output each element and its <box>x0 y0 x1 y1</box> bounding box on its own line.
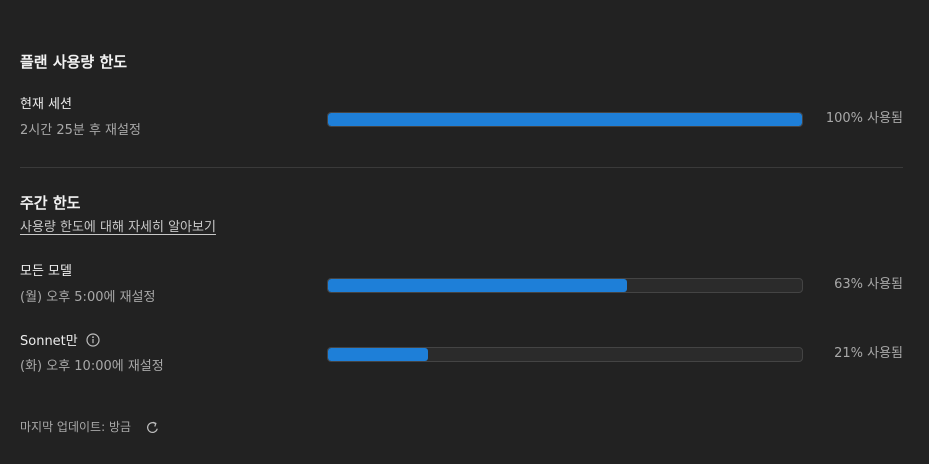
section-divider <box>20 167 903 168</box>
all-models-progress-fill <box>328 279 627 292</box>
all-models-progress-bar <box>327 278 803 293</box>
sonnet-only-progress-bar <box>327 347 803 362</box>
current-session-percent: 100% 사용됨 <box>825 111 903 126</box>
plan-usage-title: 플랜 사용량 한도 <box>20 53 128 71</box>
last-updated-text: 마지막 업데이트: 방금 <box>20 420 132 434</box>
sonnet-only-reset: (화) 오후 10:00에 재설정 <box>20 359 164 374</box>
current-session-progress-bar <box>327 112 803 127</box>
current-session-label: 현재 세션 <box>20 97 72 112</box>
sonnet-only-progress-fill <box>328 348 428 361</box>
info-icon[interactable] <box>86 333 100 347</box>
current-session-progress-fill <box>328 113 802 126</box>
sonnet-only-label: Sonnet만 <box>20 334 78 349</box>
all-models-percent: 63% 사용됨 <box>834 277 903 292</box>
sonnet-only-row-label: Sonnet만 <box>20 333 100 351</box>
learn-more-link[interactable]: 사용량 한도에 대해 자세히 알아보기 <box>20 219 216 237</box>
current-session-reset: 2시간 25분 후 재설정 <box>20 123 141 138</box>
refresh-icon[interactable] <box>145 420 160 435</box>
sonnet-only-percent: 21% 사용됨 <box>834 346 903 361</box>
weekly-limits-title: 주간 한도 <box>20 194 81 212</box>
all-models-reset: (월) 오후 5:00에 재설정 <box>20 290 156 305</box>
all-models-label: 모든 모델 <box>20 264 72 279</box>
